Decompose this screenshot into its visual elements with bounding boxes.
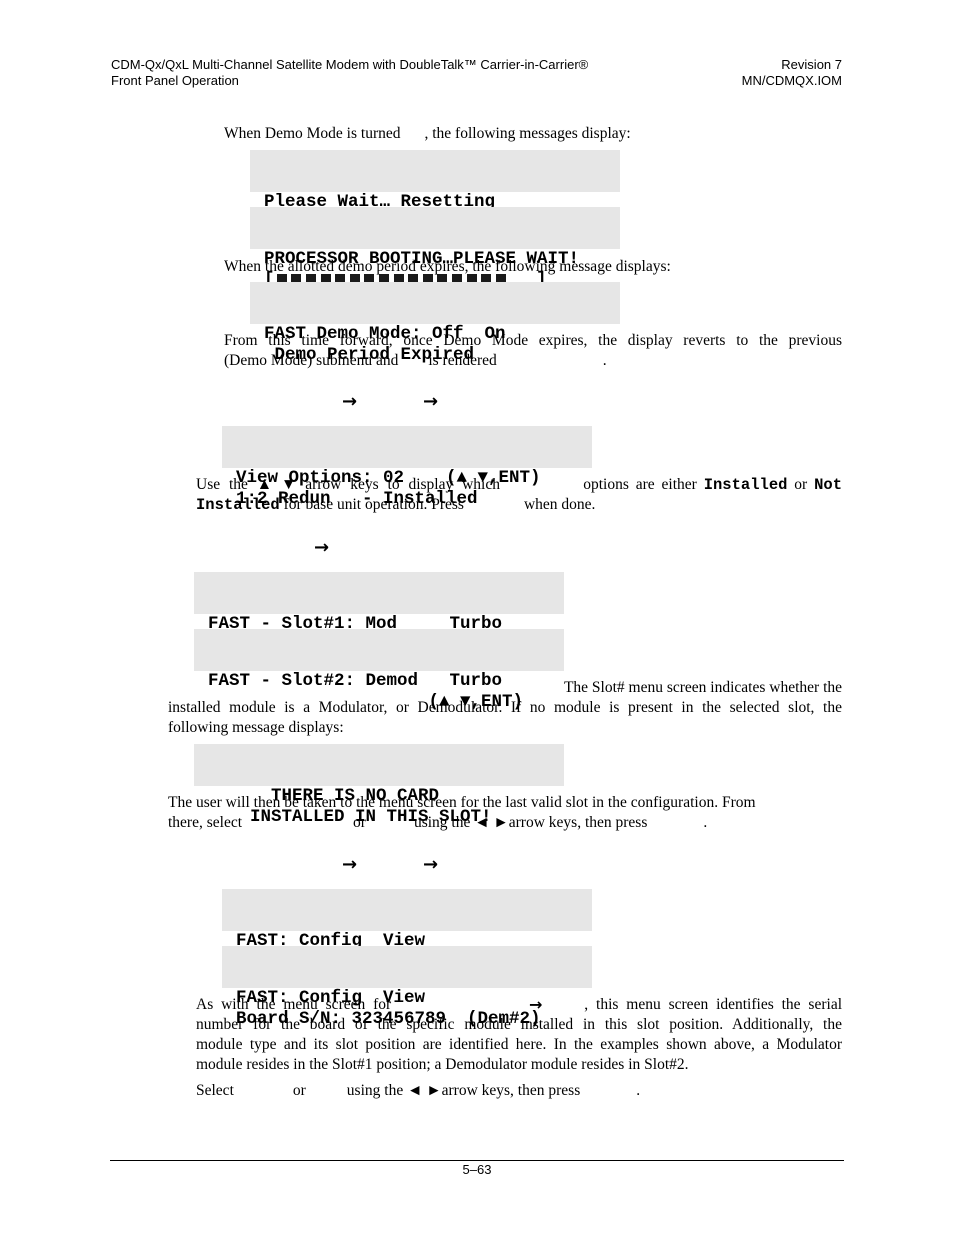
lcd-booting: PROCESSOR BOOTING…PLEASE WAIT![] [250, 207, 620, 290]
text-run: or [353, 814, 366, 831]
text-line: module resides in the Slot#1 position; a… [196, 1056, 689, 1073]
demo-expires-paragraph: When the allotted demo period expires, t… [224, 257, 671, 277]
text-run: . [703, 814, 708, 831]
demo-on-paragraph: When Demo Mode is turned , the following … [224, 124, 631, 144]
arrow-right-icon: → [342, 391, 358, 412]
text-line: module type and its slot position are id… [196, 1036, 842, 1053]
as-with-paragraph: As with the menu screen for → , this men… [196, 995, 842, 1075]
text-line: Use the ▲ ▼ arrow keys to display which … [196, 475, 842, 495]
arrow-right-icon: → [423, 854, 439, 875]
text-line: From this time forward, once Demo Mode e… [224, 332, 842, 349]
text-run: Use the ▲ ▼ arrow keys to display which [196, 476, 500, 493]
user-paragraph: The user will then be taken to the menu … [168, 793, 842, 833]
forward-paragraph: From this time forward, once Demo Mode e… [224, 331, 842, 371]
footer-divider [110, 1160, 844, 1161]
use-arrows-paragraph: Use the ▲ ▼ arrow keys to display which … [196, 475, 842, 515]
lcd-slot1: FAST - Slot#1: Mod Turbo (▲ ▼,ENT) [194, 572, 564, 655]
text-run: is rendered [428, 352, 497, 369]
text-run: As with the menu screen for [196, 996, 392, 1013]
text-line: The user will then be taken to the menu … [168, 794, 756, 811]
text-line: The Slot# menu screen indicates whether … [563, 679, 842, 696]
text-line: number for the board of the specific mod… [196, 1016, 842, 1033]
page-number: 5–63 [462, 1162, 492, 1177]
text-run: using the ◄ ►arrow keys, then press [413, 814, 648, 831]
lcd-demo-expired: FAST Demo Mode: Off On Demo Period Expir… [250, 282, 620, 365]
running-header-right: Revision 7 MN/CDMQX.IOM [742, 57, 842, 89]
text-run: When the allotted demo period expires, t… [224, 258, 671, 275]
lcd-resetting: Please Wait… ResettingFactory Defaults [250, 150, 620, 233]
text-run: , the following messages display: [424, 125, 631, 142]
text-run: . [636, 1082, 641, 1099]
text-run: . [602, 352, 607, 369]
arrow-right-icon: → [423, 391, 439, 412]
arrow-right-icon: → [342, 854, 358, 875]
arrow-right-icon: → [314, 537, 330, 558]
text-line: following message displays: [168, 719, 344, 736]
text-run: or [292, 1082, 306, 1099]
lcd-no-card: THERE IS NO CARD INSTALLED IN THIS SLOT! [194, 744, 564, 827]
text-line: (Demo Mode) submenu and is rendered. [224, 351, 842, 371]
lcd-slot2: FAST - Slot#2: Demod Turbo (▲ ▼,ENT) [194, 629, 564, 712]
text-run: (Demo Mode) submenu and [224, 352, 399, 369]
document-id: MN/CDMQX.IOM [741, 73, 842, 88]
document-title: CDM-Qx/QxL Multi-Channel Satellite Modem… [111, 57, 589, 72]
text-run: options are either [583, 476, 697, 493]
text-run: options are either Installed or Not [583, 475, 842, 495]
text-line: Installed for base unit operation. Press… [196, 495, 842, 515]
text-run: Select [196, 1082, 234, 1099]
slot-paragraph: The Slot# menu screen indicates whether … [168, 678, 842, 738]
text-run: for base unit operation. Press [283, 496, 464, 513]
text-run: there, select [168, 814, 243, 831]
section-title: Front Panel Operation [111, 73, 239, 88]
text-line: there, select or using the ◄ ►arrow keys, … [168, 813, 842, 833]
text-line: installed module is a Modulator, or Demo… [168, 699, 842, 716]
text-run: , this menu screen identifies the serial [584, 996, 842, 1013]
text-run: when done. [523, 496, 596, 513]
revision: Revision 7 [781, 57, 842, 72]
code-term: Installed [196, 496, 280, 514]
lcd-config-mod: FAST: Config ViewBoard S/N: 223456789 (M… [222, 889, 592, 972]
running-header-left: CDM-Qx/QxL Multi-Channel Satellite Modem… [111, 57, 588, 89]
code-term: Not [814, 476, 842, 494]
lcd-config-dem: FAST: Config View Board S/N: 323456789 (D… [222, 946, 592, 1029]
arrow-right-icon: → [529, 995, 543, 1014]
text-run: or [794, 476, 808, 493]
text-run: When Demo Mode is turned [224, 125, 401, 142]
code-term: Installed [703, 476, 788, 494]
select-paragraph: Select or using the ◄ ►arrow keys, then pr… [196, 1081, 640, 1101]
lcd-view-options: View Options: 02 (▲ ▼,ENT) 1:2 Redun - In… [222, 426, 592, 509]
text-run: using the ◄ ►arrow keys, then press [346, 1082, 581, 1099]
text-line: As with the menu screen for → , this men… [196, 995, 842, 1015]
